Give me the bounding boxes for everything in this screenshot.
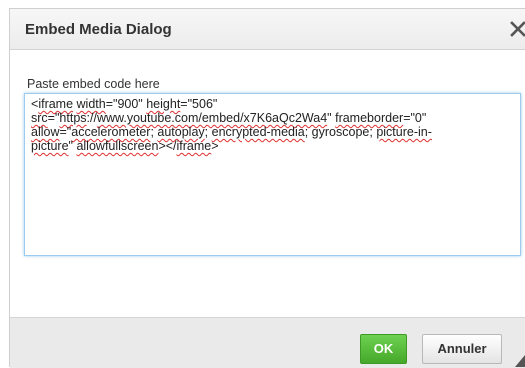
code-line: allow="accelerometer; autoplay; encrypte… (31, 125, 514, 139)
spellcheck-flagged-token: picture-in- (376, 125, 432, 139)
code-line: <iframe width="900" height="506" (31, 97, 514, 111)
embed-code-label: Paste embed code here (27, 77, 160, 91)
spellcheck-flagged-token: autoplay (157, 125, 205, 139)
code-text: :// (86, 111, 97, 125)
code-text: ="506" (180, 97, 218, 111)
code-text: ; gyroscope; (304, 125, 377, 139)
code-text: ="0" (403, 111, 427, 125)
spellcheck-flagged-token: encrypted-media (211, 125, 305, 139)
spellcheck-flagged-token: iframe (176, 139, 212, 153)
code-text: ="900" (105, 97, 147, 111)
close-icon[interactable] (507, 18, 525, 40)
cancel-button[interactable]: Annuler (422, 334, 502, 364)
spellcheck-flagged-token: iframe (38, 97, 74, 111)
spellcheck-flagged-token: frameborder (335, 111, 404, 125)
code-text: =" (47, 111, 60, 125)
spellcheck-flagged-token: accelerometer (71, 125, 151, 139)
code-text: =" (59, 125, 72, 139)
spellcheck-flagged-token: www.youtube.com/embed/x7K6aQc2Wa4 (96, 111, 328, 125)
spellcheck-flagged-token: https (59, 111, 87, 125)
dialog-footer: OK Annuler (10, 317, 525, 368)
code-text: ></ (158, 139, 177, 153)
spellcheck-flagged-token: width (76, 97, 106, 111)
code-text: " (327, 111, 336, 125)
spellcheck-flagged-token: height (146, 97, 181, 111)
spellcheck-flagged-token: allow (31, 125, 60, 139)
resize-grip-icon[interactable] (515, 353, 525, 367)
dialog-title: Embed Media Dialog (25, 21, 172, 38)
spellcheck-flagged-token: picture (31, 139, 69, 153)
code-line: picture" allowfullscreen></iframe> (31, 139, 514, 153)
embed-media-dialog: Embed Media Dialog Paste embed code here… (9, 8, 525, 368)
code-text: > (211, 139, 219, 153)
ok-button[interactable]: OK (360, 334, 407, 364)
code-line: src="https://www.youtube.com/embed/x7K6a… (31, 111, 514, 125)
code-text: ; (204, 125, 212, 139)
embed-code-textarea[interactable]: <iframe width="900" height="506" src="htt… (24, 93, 521, 256)
dialog-titlebar[interactable]: Embed Media Dialog (10, 9, 525, 50)
spellcheck-flagged-token: src (31, 111, 48, 125)
spellcheck-flagged-token: allowfullscreen (76, 139, 159, 153)
